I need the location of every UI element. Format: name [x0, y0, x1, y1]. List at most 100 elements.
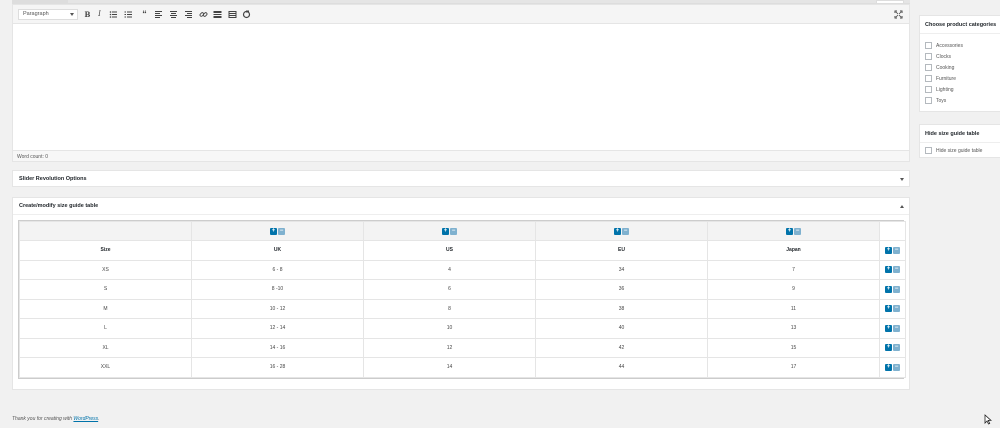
format-select-value: Paragraph — [23, 11, 49, 17]
table-header-cell[interactable]: UK — [191, 240, 364, 261]
remove-row-button[interactable]: − — [893, 363, 900, 371]
toolbar-toggle-icon[interactable] — [228, 10, 237, 19]
remove-column-button[interactable]: − — [278, 227, 285, 235]
table-cell[interactable]: 38 — [535, 298, 708, 319]
table-cell[interactable]: 16 - 28 — [191, 357, 364, 378]
table-cell[interactable]: 14 - 16 — [191, 337, 364, 358]
remove-row-button[interactable]: − — [893, 305, 900, 313]
size-guide-header[interactable]: Create/modify size guide table — [13, 198, 909, 215]
table-header-cell[interactable]: EU — [535, 240, 708, 261]
row-buttons: + − — [885, 266, 900, 274]
table-cell[interactable]: 14 — [363, 357, 536, 378]
bullet-list-icon[interactable] — [109, 10, 118, 19]
row-action-cell: + − — [879, 240, 906, 261]
add-column-button[interactable]: + — [614, 227, 621, 235]
table-cell[interactable]: 6 — [363, 279, 536, 300]
add-row-button[interactable]: + — [885, 246, 892, 254]
table-cell[interactable]: 15 — [707, 337, 880, 358]
remove-row-button[interactable]: − — [893, 285, 900, 293]
remove-row-button[interactable]: − — [893, 266, 900, 274]
read-more-icon[interactable] — [213, 10, 222, 19]
format-select[interactable]: Paragraph — [18, 9, 78, 20]
table-cell[interactable]: 6 - 8 — [191, 259, 364, 280]
add-row-button[interactable]: + — [885, 266, 892, 274]
remove-row-button[interactable]: − — [893, 324, 900, 332]
size-guide-table: + − + − + − + − Size UK US EU Japan + − XS 6 - 8 4 34 7 + − S 8… — [19, 221, 906, 378]
remove-row-button[interactable]: − — [893, 246, 900, 254]
table-cell[interactable]: 9 — [707, 279, 880, 300]
fullscreen-icon[interactable] — [894, 10, 903, 19]
remove-column-button[interactable]: − — [450, 227, 457, 235]
refresh-icon[interactable] — [242, 10, 251, 19]
category-label: Furniture — [936, 75, 957, 82]
table-header-cell[interactable]: Size — [19, 240, 192, 261]
table-cell[interactable]: XL — [19, 337, 192, 358]
add-row-button[interactable]: + — [885, 363, 892, 371]
category-checkbox[interactable] — [925, 75, 932, 82]
align-left-icon[interactable] — [154, 10, 163, 19]
editor-text-area[interactable] — [13, 24, 909, 152]
mouse-cursor-icon — [984, 414, 992, 425]
hide-size-guide-checkbox[interactable] — [925, 147, 932, 154]
table-cell[interactable]: L — [19, 318, 192, 339]
table-cell[interactable]: 40 — [535, 318, 708, 339]
align-right-icon[interactable] — [184, 10, 193, 19]
table-cell[interactable]: 44 — [535, 357, 708, 378]
table-cell[interactable]: 10 - 12 — [191, 298, 364, 319]
numbered-list-icon[interactable] — [124, 10, 133, 19]
category-item[interactable]: Cooking — [925, 63, 954, 72]
table-cell[interactable]: M — [19, 298, 192, 319]
category-item[interactable]: Toys — [925, 96, 946, 105]
add-row-button[interactable]: + — [885, 285, 892, 293]
remove-row-button[interactable]: − — [893, 344, 900, 352]
table-cell[interactable]: 12 - 14 — [191, 318, 364, 339]
bold-icon[interactable]: B — [83, 10, 92, 19]
category-checkbox[interactable] — [925, 53, 932, 60]
category-item[interactable]: Accessories — [925, 41, 963, 50]
table-cell[interactable]: 10 — [363, 318, 536, 339]
category-checkbox[interactable] — [925, 64, 932, 71]
table-cell[interactable]: 12 — [363, 337, 536, 358]
toggle-down-icon[interactable] — [900, 178, 904, 181]
table-cell[interactable]: XS — [19, 259, 192, 280]
slider-revolution-header[interactable]: Slider Revolution Options — [13, 171, 909, 188]
table-header-cell[interactable]: US — [363, 240, 536, 261]
table-cell[interactable]: 42 — [535, 337, 708, 358]
add-column-button[interactable]: + — [270, 227, 277, 235]
remove-column-button[interactable]: − — [794, 227, 801, 235]
category-item[interactable]: Lighting — [925, 85, 954, 94]
column-control-cell — [19, 221, 192, 241]
table-cell[interactable]: 11 — [707, 298, 880, 319]
add-column-button[interactable]: + — [442, 227, 449, 235]
table-cell[interactable]: XXL — [19, 357, 192, 378]
add-row-button[interactable]: + — [885, 344, 892, 352]
align-center-icon[interactable] — [169, 10, 178, 19]
remove-column-button[interactable]: − — [622, 227, 629, 235]
table-cell[interactable]: 7 — [707, 259, 880, 280]
add-row-button[interactable]: + — [885, 324, 892, 332]
link-icon[interactable] — [199, 10, 208, 19]
table-cell[interactable]: 8 -10 — [191, 279, 364, 300]
add-row-button[interactable]: + — [885, 305, 892, 313]
wordpress-link[interactable]: WordPress — [73, 416, 98, 422]
table-cell[interactable]: 4 — [363, 259, 536, 280]
table-cell[interactable]: 36 — [535, 279, 708, 300]
category-item[interactable]: Clocks — [925, 52, 951, 61]
hide-size-guide-title: Hide size guide table — [920, 125, 1000, 143]
blockquote-icon[interactable]: “ — [140, 10, 149, 19]
table-cell[interactable]: 8 — [363, 298, 536, 319]
category-checkbox[interactable] — [925, 86, 932, 93]
table-header-cell[interactable]: Japan — [707, 240, 880, 261]
toggle-up-icon[interactable] — [900, 205, 904, 208]
italic-icon[interactable]: I — [95, 10, 104, 19]
table-cell[interactable]: 13 — [707, 318, 880, 339]
category-item[interactable]: Furniture — [925, 74, 956, 83]
table-cell[interactable]: S — [19, 279, 192, 300]
table-cell[interactable]: 34 — [535, 259, 708, 280]
table-cell[interactable]: 17 — [707, 357, 880, 378]
hide-size-guide-option[interactable]: Hide size guide table — [925, 146, 982, 155]
category-checkbox[interactable] — [925, 97, 932, 104]
add-column-button[interactable]: + — [786, 227, 793, 235]
hide-size-guide-label: Hide size guide table — [936, 147, 983, 154]
category-checkbox[interactable] — [925, 42, 932, 49]
